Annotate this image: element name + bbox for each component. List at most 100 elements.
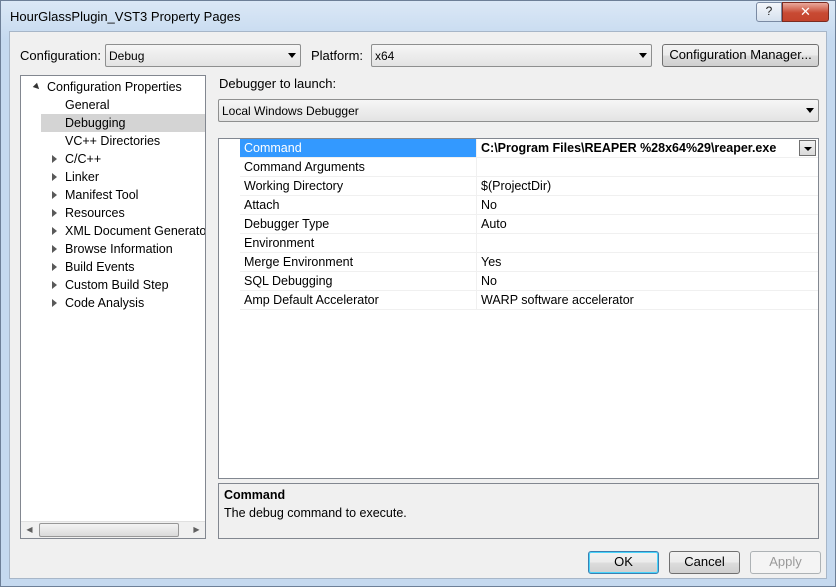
property-row[interactable]: Command Arguments <box>219 158 818 177</box>
property-value[interactable]: No <box>477 196 818 215</box>
tree-item[interactable]: VC++ Directories <box>41 132 205 150</box>
help-icon: ? <box>765 4 773 18</box>
property-value[interactable]: WARP software accelerator <box>477 291 818 310</box>
property-row[interactable]: Amp Default Accelerator WARP software acc… <box>219 291 818 310</box>
tree-item[interactable]: Custom Build Step <box>41 276 205 294</box>
expand-arrow-icon[interactable] <box>52 299 57 307</box>
debugger-dropdown[interactable]: Local Windows Debugger <box>218 99 819 122</box>
tree-item-label: VC++ Directories <box>65 134 161 148</box>
property-name[interactable]: Command <box>240 139 477 158</box>
tree-item-label: Custom Build Step <box>65 278 169 292</box>
property-tree: Configuration Properties General Debuggin… <box>20 75 206 539</box>
property-value-text: No <box>481 198 497 212</box>
tree-item-label: Manifest Tool <box>65 188 139 202</box>
platform-label: Platform: <box>311 48 364 63</box>
tree-item[interactable]: General <box>41 96 205 114</box>
expand-arrow-icon[interactable] <box>52 209 57 217</box>
property-row[interactable]: Environment <box>219 234 818 253</box>
property-value[interactable]: No <box>477 272 818 291</box>
property-value-text: WARP software accelerator <box>481 293 634 307</box>
property-name[interactable]: SQL Debugging <box>240 272 477 291</box>
property-name[interactable]: Amp Default Accelerator <box>240 291 477 310</box>
property-value-text: Auto <box>481 217 507 231</box>
property-row[interactable]: Command C:\Program Files\REAPER %28x64%29… <box>219 139 818 158</box>
close-button[interactable]: ✕ <box>782 2 829 22</box>
tree-root-configuration-properties[interactable]: Configuration Properties <box>21 78 205 96</box>
chevron-down-icon <box>639 53 647 58</box>
property-name[interactable]: Environment <box>240 234 477 253</box>
tree-item[interactable]: Debugging <box>41 114 205 132</box>
title-bar: HourGlassPlugin_VST3 Property Pages ? ✕ <box>1 1 835 31</box>
tree-item[interactable]: Browse Information <box>41 240 205 258</box>
expand-arrow-icon[interactable] <box>52 173 57 181</box>
expand-arrow-icon[interactable] <box>52 281 57 289</box>
property-row[interactable]: Working Directory $(ProjectDir) <box>219 177 818 196</box>
value-dropdown-button[interactable] <box>799 140 816 156</box>
platform-value: x64 <box>375 49 395 63</box>
apply-button[interactable]: Apply <box>750 551 821 574</box>
property-name[interactable]: Working Directory <box>240 177 477 196</box>
property-name[interactable]: Attach <box>240 196 477 215</box>
scroll-left-icon[interactable]: ◀ <box>21 522 38 538</box>
property-row[interactable]: Debugger Type Auto <box>219 215 818 234</box>
tree-item-label: Debugging <box>65 116 126 130</box>
expand-arrow-icon[interactable] <box>52 263 57 271</box>
platform-dropdown[interactable]: x64 <box>371 44 652 67</box>
expanded-arrow-icon[interactable] <box>32 82 42 92</box>
property-value-text: $(ProjectDir) <box>481 179 552 193</box>
row-gutter <box>219 234 240 253</box>
property-value-text: No <box>481 274 497 288</box>
property-value[interactable] <box>477 158 818 177</box>
property-value[interactable]: Yes <box>477 253 818 272</box>
tree-item[interactable]: Resources <box>41 204 205 222</box>
row-gutter <box>219 139 240 158</box>
tree-item-label: C/C++ <box>65 152 102 166</box>
dialog-body: Configuration: Debug Platform: x64 Confi… <box>9 31 827 579</box>
scroll-right-icon[interactable]: ▶ <box>188 522 205 538</box>
row-gutter <box>219 177 240 196</box>
tree-item[interactable]: Build Events <box>41 258 205 276</box>
configuration-manager-button[interactable]: Configuration Manager... <box>662 44 819 67</box>
row-gutter <box>219 196 240 215</box>
configuration-label: Configuration: <box>20 48 101 63</box>
property-value[interactable] <box>477 234 818 253</box>
cancel-button[interactable]: Cancel <box>669 551 740 574</box>
help-button[interactable]: ? <box>756 2 782 22</box>
configuration-dropdown[interactable]: Debug <box>105 44 301 67</box>
description-title: Command <box>224 488 286 502</box>
debugger-value: Local Windows Debugger <box>222 104 359 118</box>
expand-arrow-icon[interactable] <box>52 191 57 199</box>
property-row[interactable]: SQL Debugging No <box>219 272 818 291</box>
expand-arrow-icon[interactable] <box>52 155 57 163</box>
tree-item[interactable]: Code Analysis <box>41 294 205 312</box>
configuration-value: Debug <box>109 49 145 63</box>
tree-item[interactable]: C/C++ <box>41 150 205 168</box>
row-gutter <box>219 272 240 291</box>
description-panel: Command The debug command to execute. <box>218 483 819 539</box>
tree-item[interactable]: XML Document Generator <box>41 222 205 240</box>
tree-item[interactable]: Linker <box>41 168 205 186</box>
property-value[interactable]: Auto <box>477 215 818 234</box>
tree-item[interactable]: Manifest Tool <box>41 186 205 204</box>
row-gutter <box>219 291 240 310</box>
row-gutter <box>219 215 240 234</box>
property-row[interactable]: Merge Environment Yes <box>219 253 818 272</box>
expand-arrow-icon[interactable] <box>52 245 57 253</box>
tree-item-label: XML Document Generator <box>65 224 206 238</box>
tree-horizontal-scrollbar[interactable]: ◀ ▶ <box>21 521 205 538</box>
debugger-label: Debugger to launch: <box>219 76 337 91</box>
property-name[interactable]: Command Arguments <box>240 158 477 177</box>
tree-item-label: Browse Information <box>65 242 173 256</box>
ok-button[interactable]: OK <box>588 551 659 574</box>
property-value[interactable]: $(ProjectDir) <box>477 177 818 196</box>
property-row[interactable]: Attach No <box>219 196 818 215</box>
tree-item-label: Code Analysis <box>65 296 145 310</box>
tree-item-label: Linker <box>65 170 100 184</box>
tree-item-label: Resources <box>65 206 125 220</box>
property-value[interactable]: C:\Program Files\REAPER %28x64%29\reaper… <box>477 139 818 158</box>
property-name[interactable]: Debugger Type <box>240 215 477 234</box>
scrollbar-thumb[interactable] <box>39 523 179 537</box>
property-name[interactable]: Merge Environment <box>240 253 477 272</box>
expand-arrow-icon[interactable] <box>52 227 57 235</box>
row-gutter <box>219 158 240 177</box>
